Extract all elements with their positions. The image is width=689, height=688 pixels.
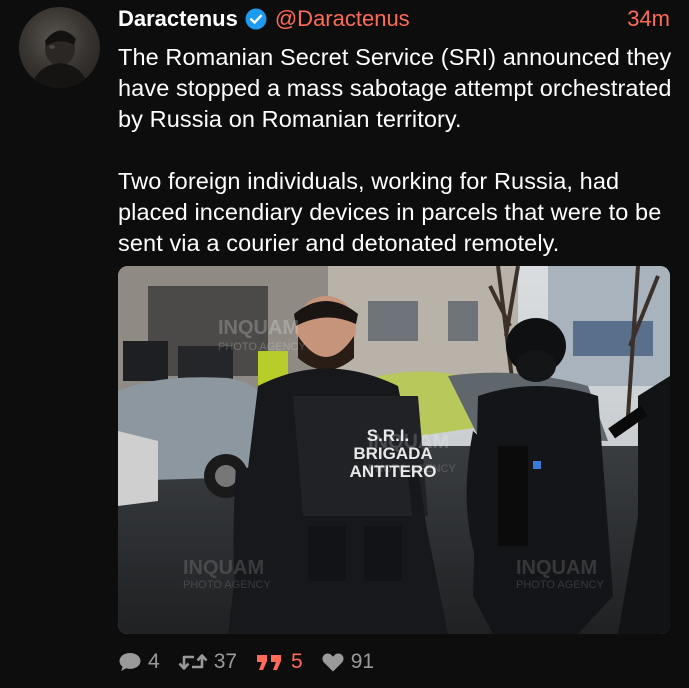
photo-scene: S.R.I. BRIGADA ANTITERO INQUAM PHOTO AGE…	[118, 266, 670, 634]
watermark-sub-1: PHOTO AGENCY	[218, 341, 306, 353]
tweet-actions: 4 37 5 91	[118, 648, 392, 676]
quote-button[interactable]: 5	[255, 650, 303, 674]
reply-button[interactable]: 4	[118, 650, 160, 674]
user-handle[interactable]: @Daractenus	[275, 6, 410, 32]
quote-icon	[257, 655, 282, 670]
avatar-image	[31, 30, 89, 88]
watermark-sub-3: PHOTO AGENCY	[183, 579, 271, 591]
verified-badge-icon	[245, 8, 267, 30]
tweet-paragraph-1: The Romanian Secret Service (SRI) announ…	[118, 44, 672, 132]
tweet-header: Daractenus @Daractenus 34m	[118, 6, 670, 32]
like-count: 91	[350, 650, 375, 673]
avatar[interactable]	[19, 7, 100, 88]
quote-count: 5	[291, 650, 303, 673]
like-button[interactable]: 91	[321, 650, 374, 674]
watermark-sub-2: PHOTO AGENCY	[368, 463, 456, 475]
watermark-2: INQUAM	[368, 431, 449, 453]
retweet-count: 37	[213, 650, 238, 673]
tweet-text: The Romanian Secret Service (SRI) announ…	[118, 42, 678, 259]
reply-icon	[119, 653, 141, 671]
retweet-button[interactable]: 37	[178, 650, 237, 674]
tweet-paragraph-2: Two foreign individuals, working for Rus…	[118, 168, 662, 256]
watermark-3: INQUAM	[183, 557, 264, 579]
retweet-icon	[178, 654, 208, 670]
watermark-4: INQUAM	[516, 557, 597, 579]
watermark-sub-4: PHOTO AGENCY	[516, 579, 604, 591]
timestamp[interactable]: 34m	[627, 6, 670, 32]
reply-count: 4	[148, 650, 160, 673]
watermark-1: INQUAM	[218, 317, 299, 339]
tweet-photo[interactable]: S.R.I. BRIGADA ANTITERO INQUAM PHOTO AGE…	[118, 266, 670, 634]
heart-icon	[322, 653, 344, 672]
display-name[interactable]: Daractenus	[118, 6, 238, 32]
